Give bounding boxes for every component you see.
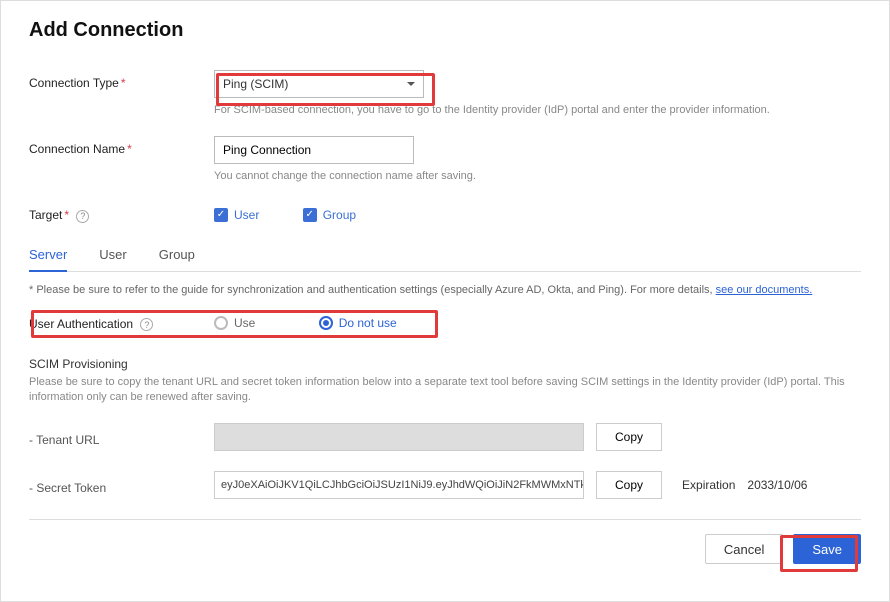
target-group-checkbox[interactable]: ✓ Group (303, 208, 356, 222)
help-icon[interactable]: ? (140, 318, 153, 331)
server-note: * Please be sure to refer to the guide f… (29, 284, 861, 296)
connection-type-select[interactable]: Ping (SCIM) (214, 70, 424, 98)
target-label: Target* ? (29, 202, 214, 223)
tab-group[interactable]: Group (159, 239, 195, 271)
radio-icon (319, 316, 333, 330)
radio-icon (214, 316, 228, 330)
save-button[interactable]: Save (793, 534, 861, 564)
expiration-value: 2033/10/06 (747, 478, 807, 492)
copy-tenant-button[interactable]: Copy (596, 423, 662, 451)
connection-type-value: Ping (SCIM) (223, 77, 288, 91)
user-auth-label: User Authentication ? (29, 317, 214, 332)
user-auth-dontuse-radio[interactable]: Do not use (319, 316, 397, 330)
copy-token-button[interactable]: Copy (596, 471, 662, 499)
secret-token-value: eyJ0eXAiOiJKV1QiLCJhbGciOiJSUzI1NiJ9.eyJ… (214, 471, 584, 499)
chevron-down-icon (407, 82, 415, 86)
tab-bar: Server User Group (29, 239, 861, 272)
tab-user[interactable]: User (99, 239, 126, 271)
check-icon: ✓ (303, 208, 317, 222)
connection-name-label: Connection Name* (29, 136, 214, 156)
tenant-url-value (214, 423, 584, 451)
connection-type-label: Connection Type* (29, 70, 214, 90)
page-title: Add Connection (29, 19, 861, 42)
tenant-url-label: - Tenant URL (29, 427, 214, 447)
scim-title: SCIM Provisioning (29, 357, 861, 371)
connection-type-hint: For SCIM-based connection, you have to g… (214, 104, 861, 116)
secret-token-label: - Secret Token (29, 475, 214, 495)
see-documents-link[interactable]: see our documents. (716, 284, 813, 296)
connection-name-hint: You cannot change the connection name af… (214, 170, 861, 182)
connection-name-input[interactable] (214, 136, 414, 164)
target-user-checkbox[interactable]: ✓ User (214, 208, 259, 222)
user-auth-use-radio[interactable]: Use (214, 316, 255, 330)
help-icon[interactable]: ? (76, 210, 89, 223)
cancel-button[interactable]: Cancel (705, 534, 783, 564)
tab-server[interactable]: Server (29, 239, 67, 272)
check-icon: ✓ (214, 208, 228, 222)
expiration-label: Expiration (682, 478, 735, 492)
scim-desc: Please be sure to copy the tenant URL an… (29, 375, 861, 406)
